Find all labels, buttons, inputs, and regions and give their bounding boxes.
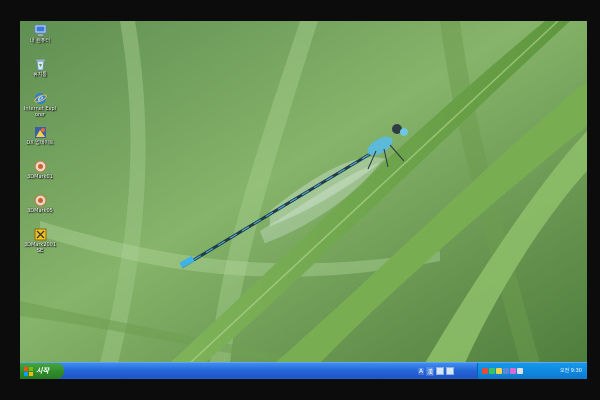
desktop-icon-recycle-bin[interactable]: 휴지통 (23, 58, 57, 78)
hanja-toggle[interactable]: 漢 (426, 366, 435, 376)
speaker-icon[interactable] (517, 368, 523, 374)
start-label: 시작 (36, 367, 49, 375)
language-bar: A 漢 (418, 365, 455, 377)
desktop-icon-label: 3DMark05 (27, 208, 53, 214)
desktop-icon-label: Internet Explorer (23, 106, 57, 118)
3dmark2001se-icon (34, 228, 46, 241)
recycle-bin-icon (35, 59, 45, 71)
windows-flag-icon (24, 366, 33, 376)
desktop-icon-label: 3DMark01 (27, 174, 53, 180)
desktop-icon-dx-update[interactable]: DX 업데이트 (23, 126, 57, 146)
input-mode-toggle[interactable]: A (418, 367, 425, 375)
internet-explorer-icon: e (33, 93, 47, 105)
desktop-icon-label: 3DMark2001 SE (23, 242, 57, 254)
tray-app-icon[interactable] (496, 368, 502, 374)
desktop-icon-3dmark2001se[interactable]: 3DMark2001 SE (23, 228, 57, 254)
my-computer-icon (34, 24, 46, 36)
tray-app-icon[interactable] (503, 368, 509, 374)
tray-app-icon[interactable] (489, 368, 495, 374)
3dmark01-icon (34, 160, 46, 173)
desktop-icon-3dmark01[interactable]: 3DMark01 (23, 160, 57, 180)
tray-app-icon[interactable] (482, 368, 488, 374)
wallpaper-dragonfly-on-grass (20, 21, 587, 363)
ime-pad-icon[interactable] (436, 367, 445, 375)
desktop-icon-internet-explorer[interactable]: e Internet Explorer (23, 92, 57, 118)
desktop-icon-my-computer[interactable]: 내 컴퓨터 (23, 24, 57, 44)
desktop-icon-label: 휴지통 (33, 72, 47, 78)
tray-app-icon[interactable] (510, 368, 516, 374)
desktop-icon-label: DX 업데이트 (26, 140, 54, 146)
taskbar-clock[interactable]: 오전 9:30 (560, 367, 582, 374)
taskbar: 시작 A 漢 오전 9:30 (20, 362, 587, 379)
desktop-screen: 내 컴퓨터 휴지통 e Internet Explorer DX 업데이트 3D… (20, 21, 587, 379)
3dmark05-icon (34, 194, 46, 207)
desktop-icon-3dmark05[interactable]: 3DMark05 (23, 194, 57, 214)
language-options-icon[interactable] (446, 367, 455, 375)
start-button[interactable]: 시작 (20, 363, 64, 379)
desktop-icon-label: 내 컴퓨터 (30, 38, 50, 44)
system-tray: 오전 9:30 (477, 363, 587, 379)
directx-update-icon (34, 127, 46, 138)
